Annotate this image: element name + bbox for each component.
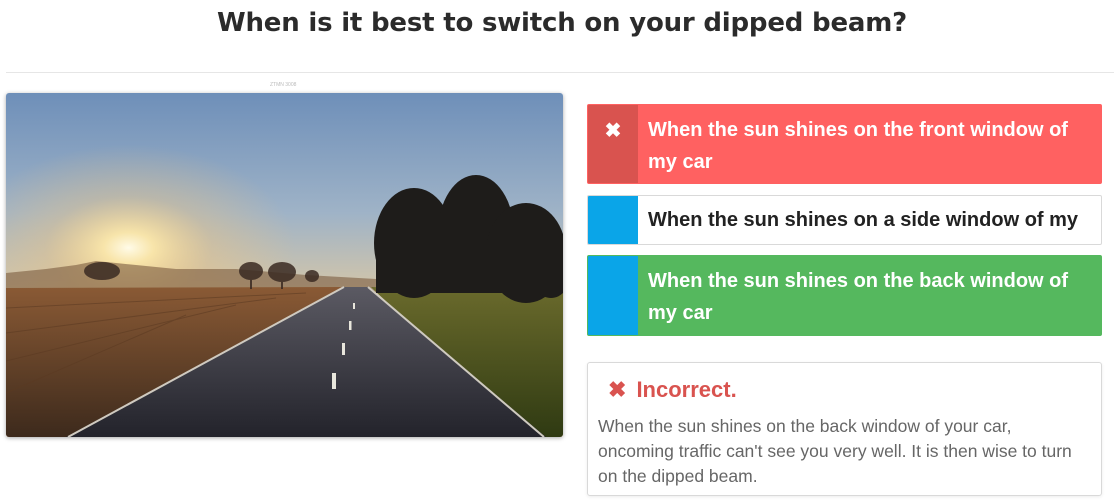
close-icon: ✖ xyxy=(604,120,622,142)
answer-label-1: When the sun shines on the front window … xyxy=(648,119,1068,173)
feedback-panel: ✖ Incorrect. When the sun shines on the … xyxy=(587,362,1102,496)
feedback-header: ✖ Incorrect. xyxy=(608,375,1091,405)
answer-option-2[interactable]: When the sun shines on a side window of … xyxy=(587,195,1102,245)
answer-marker-1: ✖ xyxy=(588,105,638,183)
question-photo xyxy=(6,93,563,437)
answer-marker-3 xyxy=(588,256,638,335)
answer-option-3[interactable]: When the sun shines on the back window o… xyxy=(587,255,1102,336)
question-title: When is it best to switch on your dipped… xyxy=(217,8,907,38)
close-icon: ✖ xyxy=(608,377,627,402)
answer-label-2: When the sun shines on a side window of … xyxy=(648,209,1079,244)
divider xyxy=(6,72,1114,73)
feedback-text: When the sun shines on the back window o… xyxy=(598,416,1072,486)
answer-option-1[interactable]: ✖ When the sun shines on the front windo… xyxy=(587,104,1102,184)
answer-label-3: When the sun shines on the back window o… xyxy=(648,270,1069,324)
feedback-title: Incorrect. xyxy=(636,377,737,402)
answer-marker-2 xyxy=(588,196,638,244)
image-caption: ZTMN 3008 xyxy=(270,82,297,88)
